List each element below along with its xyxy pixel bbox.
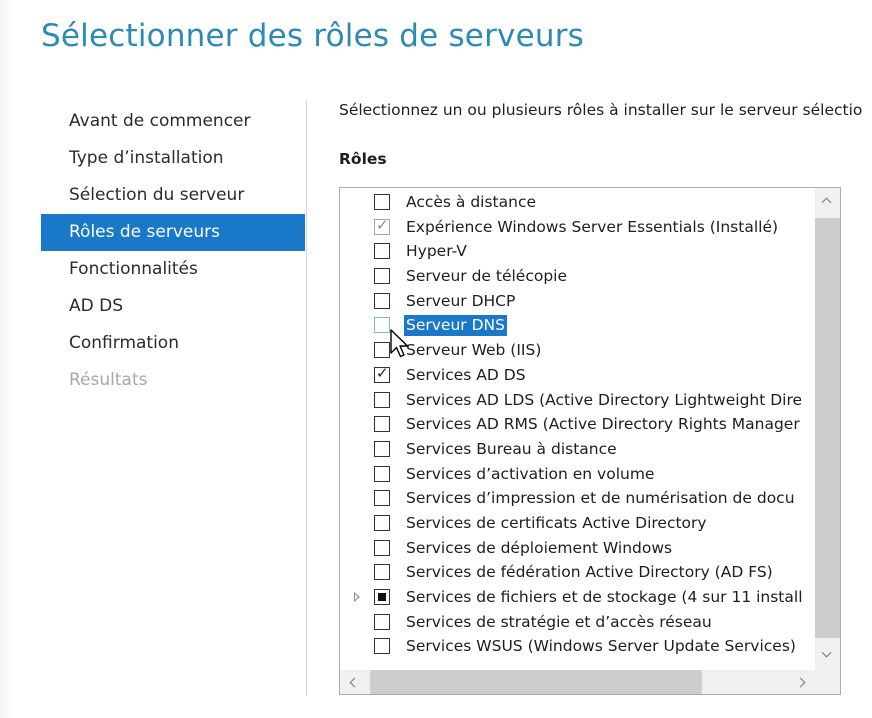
nav-item-8: Résultats <box>69 370 148 390</box>
role-row[interactable]: ✓ Expérience Windows Server Essentials (I… <box>340 216 816 241</box>
role-row[interactable]: Services d’activation en volume <box>340 463 816 488</box>
nav-item-2[interactable]: Type d’installation <box>41 140 305 177</box>
role-row[interactable]: Services AD RMS (Active Directory Rights… <box>340 413 816 438</box>
role-checkbox[interactable] <box>374 539 390 556</box>
role-row[interactable]: Services de stratégie et d’accès réseau <box>340 611 816 636</box>
roles-listbox[interactable]: Accès à distance ✓ Expérience Windows Serv… <box>339 187 841 695</box>
role-row[interactable]: Services de déploiement Windows <box>340 537 816 562</box>
roles-list: Accès à distance ✓ Expérience Windows Serv… <box>340 191 816 671</box>
role-label[interactable]: Services de stratégie et d’accès réseau <box>404 612 714 633</box>
role-label[interactable]: Services AD RMS (Active Directory Rights… <box>404 414 802 435</box>
role-label[interactable]: Services AD LDS (Active Directory Lightw… <box>404 390 804 411</box>
role-checkbox[interactable] <box>374 589 390 605</box>
role-checkbox[interactable] <box>374 416 390 433</box>
role-row[interactable]: Services de fichiers et de stockage (4 s… <box>340 586 816 611</box>
horizontal-scrollbar[interactable] <box>340 670 840 694</box>
role-row[interactable]: Serveur de télécopie <box>340 265 816 290</box>
nav-item-7[interactable]: Confirmation <box>41 325 305 362</box>
scroll-left-icon[interactable] <box>348 677 358 687</box>
role-row[interactable]: Services d’impression et de numérisation… <box>340 487 816 512</box>
role-label[interactable]: Serveur DHCP <box>404 291 517 312</box>
role-label[interactable]: Services WSUS (Windows Server Update Ser… <box>404 636 798 657</box>
nav-item-1[interactable]: Avant de commencer <box>41 103 305 140</box>
role-checkbox[interactable] <box>374 194 390 210</box>
role-row[interactable]: Services de certificats Active Directory <box>340 512 816 537</box>
role-label[interactable]: Hyper-V <box>404 241 469 262</box>
role-checkbox: ✓ <box>374 215 390 235</box>
wizard-window: Sélectionner des rôles de serveurs Avant… <box>0 0 872 718</box>
checkmark-icon: ✓ <box>376 215 389 234</box>
role-row[interactable]: Services Bureau à distance <box>340 438 816 463</box>
role-checkbox[interactable] <box>374 317 390 334</box>
role-checkbox[interactable]: ✓ <box>374 363 390 383</box>
nav-item-6[interactable]: AD DS <box>41 288 305 325</box>
role-checkbox[interactable] <box>374 613 390 630</box>
checkmark-icon: ✓ <box>376 363 389 382</box>
role-row[interactable]: Services WSUS (Windows Server Update Ser… <box>340 635 816 660</box>
role-label[interactable]: Services d’activation en volume <box>404 464 656 485</box>
role-row[interactable]: Services AD LDS (Active Directory Lightw… <box>340 389 816 414</box>
role-label[interactable]: Services AD DS <box>404 365 528 386</box>
role-checkbox[interactable] <box>374 391 390 408</box>
scroll-right-icon[interactable] <box>798 677 808 687</box>
role-row[interactable]: Accès à distance <box>340 191 816 216</box>
scroll-down-icon[interactable] <box>822 651 832 661</box>
role-label[interactable]: Expérience Windows Server Essentials (In… <box>404 217 780 238</box>
role-label[interactable]: Serveur de télécopie <box>404 266 569 287</box>
role-row[interactable]: Serveur DNS <box>340 314 816 339</box>
role-label[interactable]: Serveur DNS <box>404 315 507 337</box>
role-label[interactable]: Services d’impression et de numérisation… <box>404 488 797 509</box>
role-checkbox[interactable] <box>374 243 390 260</box>
vertical-scroll-thumb[interactable] <box>815 218 840 638</box>
nav-item-5[interactable]: Fonctionnalités <box>41 251 305 288</box>
role-label[interactable]: Services Bureau à distance <box>404 439 619 460</box>
role-label[interactable]: Services de certificats Active Directory <box>404 513 709 534</box>
expand-triangle-icon[interactable] <box>354 592 360 602</box>
role-checkbox[interactable] <box>374 564 390 581</box>
role-checkbox[interactable] <box>374 268 390 285</box>
nav-divider <box>306 100 307 696</box>
role-label[interactable]: Accès à distance <box>404 192 538 213</box>
roles-heading: Rôles <box>339 150 387 168</box>
nav-item-4[interactable]: Rôles de serveurs <box>41 214 305 251</box>
role-checkbox[interactable] <box>374 514 390 531</box>
role-label[interactable]: Services de fédération Active Directory … <box>404 562 775 583</box>
role-row[interactable]: Hyper-V <box>340 240 816 265</box>
horizontal-scroll-thumb[interactable] <box>370 670 702 694</box>
role-checkbox[interactable] <box>374 638 390 655</box>
role-row[interactable]: Services de fédération Active Directory … <box>340 561 816 586</box>
role-row[interactable]: Serveur Web (IIS) <box>340 339 816 364</box>
role-checkbox[interactable] <box>374 440 390 457</box>
role-row[interactable]: Serveur DHCP <box>340 290 816 315</box>
scroll-up-icon[interactable] <box>822 196 832 206</box>
page-title: Sélectionner des rôles de serveurs <box>41 18 584 54</box>
instruction-text: Sélectionnez un ou plusieurs rôles à ins… <box>339 101 863 119</box>
partial-check-icon <box>378 593 386 601</box>
role-label[interactable]: Services de fichiers et de stockage (4 s… <box>404 587 805 608</box>
nav-item-3[interactable]: Sélection du serveur <box>41 177 305 214</box>
role-checkbox[interactable] <box>374 465 390 482</box>
mouse-cursor-icon <box>390 329 409 358</box>
role-label[interactable]: Services de déploiement Windows <box>404 538 674 559</box>
role-checkbox[interactable] <box>374 342 390 359</box>
wizard-nav: Avant de commencer Type d’installation Sél… <box>41 103 305 399</box>
role-checkbox[interactable] <box>374 490 390 507</box>
role-checkbox[interactable] <box>374 292 390 309</box>
role-row[interactable]: ✓ Services AD DS <box>340 364 816 389</box>
vertical-scrollbar[interactable] <box>815 188 840 671</box>
role-label[interactable]: Serveur Web (IIS) <box>404 340 543 361</box>
